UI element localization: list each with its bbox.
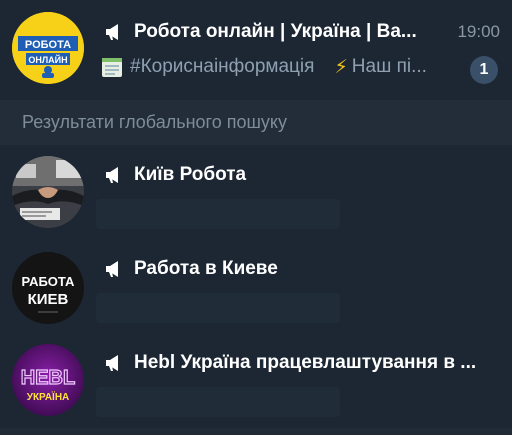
avatar [12, 156, 84, 228]
preview-hashtag: #Кориснаінформація [130, 56, 315, 77]
preview-text: Наш пі... [351, 56, 427, 77]
chat-preview: #Кориснаінформація ⚡ Наш пі... [100, 55, 427, 79]
avatar-line-1: РОБОТА [25, 39, 71, 51]
megaphone-icon [106, 167, 118, 183]
megaphone-icon [106, 24, 118, 40]
loading-placeholder [96, 387, 340, 417]
result-title-line: Работа в Киеве [104, 256, 278, 282]
notepad-icon [102, 58, 122, 77]
unread-badge: 1 [470, 56, 498, 84]
result-title: Hebl Україна працевлаштування в ... [134, 352, 477, 373]
global-search-title: Результати глобального пошуку [22, 112, 287, 132]
handshake-photo [12, 156, 84, 228]
search-result-kyiv-robota[interactable]: Київ Робота [0, 145, 512, 239]
result-title-line: Київ Робота [104, 162, 246, 188]
global-search-header: Результати глобального пошуку [0, 100, 512, 145]
megaphone-icon [106, 261, 118, 277]
chat-title: Робота онлайн | Україна | Ва... [134, 21, 417, 42]
lightning-icon: ⚡ [334, 56, 348, 78]
bottom-divider [0, 428, 512, 435]
result-title: Работа в Киеве [134, 258, 278, 279]
chat-title-line: Робота онлайн | Україна | Ва... [104, 19, 417, 45]
avatar: РОБОТА ОНЛАЙН [12, 12, 84, 84]
avatar-line-1: HEBL [21, 367, 75, 389]
avatar-line-2: УКРАЇНА [27, 390, 70, 403]
avatar-line-2: КИЕВ [28, 291, 69, 308]
rabota-kiev-logo: РАБОТА КИЕВ [12, 252, 84, 324]
loading-placeholder [96, 199, 340, 229]
search-result-hebl-ukraina[interactable]: HEBL УКРАЇНА Hebl Україна працевлаштуван… [0, 333, 512, 428]
avatar: HEBL УКРАЇНА [12, 344, 84, 416]
result-title: Київ Робота [134, 164, 247, 185]
avatar: РАБОТА КИЕВ [12, 252, 84, 324]
search-result-rabota-v-kieve[interactable]: РАБОТА КИЕВ Работа в Киеве [0, 239, 512, 333]
chat-row-robota-online[interactable]: РОБОТА ОНЛАЙН Робота онлайн | Україна | … [0, 0, 512, 100]
avatar-line-1: РАБОТА [22, 274, 75, 289]
chat-time: 19:00 [457, 22, 500, 41]
result-title-line: Hebl Україна працевлаштування в ... [104, 350, 476, 376]
hebl-logo: HEBL УКРАЇНА [12, 344, 84, 416]
avatar-line-2: ОНЛАЙН [28, 54, 67, 65]
loading-placeholder [96, 293, 340, 323]
megaphone-icon [106, 355, 118, 371]
robota-online-logo: РОБОТА ОНЛАЙН [12, 12, 84, 84]
